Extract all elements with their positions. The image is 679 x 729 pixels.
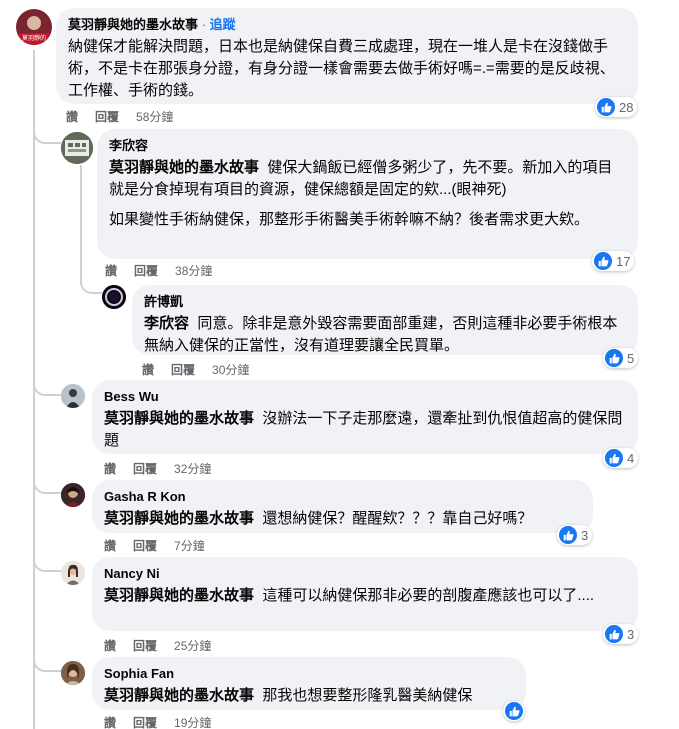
- comment-author[interactable]: Nancy Ni: [104, 565, 626, 582]
- avatar[interactable]: [61, 132, 93, 164]
- comment-actions: 讚 回覆 25分鐘: [104, 637, 211, 654]
- avatar[interactable]: [61, 661, 85, 685]
- like-button[interactable]: 讚: [105, 262, 117, 279]
- comment-author[interactable]: 李欣容: [109, 137, 626, 154]
- reply-button[interactable]: 回覆: [133, 537, 157, 554]
- thread-line-branch-5: [33, 656, 61, 672]
- reaction-number: 3: [627, 626, 635, 642]
- timestamp[interactable]: 30分鐘: [212, 361, 249, 378]
- comment-bubble: Bess Wu 莫羽靜與她的墨水故事 沒辦法一下子走那麼遠，還牽扯到仇恨值超高的…: [92, 380, 638, 454]
- comment-author[interactable]: Bess Wu: [104, 388, 626, 405]
- thread-line-branch-1: [33, 128, 61, 144]
- comment-actions: 讚 回覆 32分鐘: [104, 460, 211, 477]
- like-button[interactable]: 讚: [142, 361, 154, 378]
- comment-bubble: 許博凱 李欣容 同意。除非是意外毀容需要面部重建，否則這種非必要手術根本無納入健…: [132, 285, 638, 355]
- reaction-count[interactable]: 5: [603, 348, 639, 368]
- like-icon: [597, 98, 615, 116]
- mention-link[interactable]: 莫羽靜與她的墨水故事: [104, 410, 254, 427]
- reaction-number: 4: [627, 450, 635, 466]
- comment-body: 同意。除非是意外毀容需要面部重建，否則這種非必要手術根本無納入健保的正當性，沒有…: [144, 315, 618, 354]
- timestamp[interactable]: 58分鐘: [136, 108, 173, 125]
- comment-actions: 讚 回覆 7分鐘: [104, 537, 205, 554]
- timestamp[interactable]: 32分鐘: [174, 460, 211, 477]
- timestamp[interactable]: 38分鐘: [175, 262, 212, 279]
- like-icon: [605, 449, 623, 467]
- like-icon: [559, 526, 577, 544]
- like-icon: [505, 702, 523, 720]
- comment-author[interactable]: Gasha R Kon: [104, 488, 581, 505]
- like-button[interactable]: 讚: [66, 108, 78, 125]
- like-icon: [594, 252, 612, 270]
- comment-author[interactable]: 莫羽靜與她的墨水故事: [68, 17, 198, 32]
- thread-line-branch-3: [33, 478, 61, 494]
- comment-text: 莫羽靜與她的墨水故事 健保大鍋飯已經僧多粥少了，先不要。新加入的項目就是分食掉現…: [109, 157, 626, 201]
- timestamp[interactable]: 19分鐘: [174, 714, 211, 729]
- comment-body: 那我也想要整形隆乳醫美納健保: [262, 687, 473, 704]
- avatar[interactable]: [61, 483, 85, 507]
- comment-body: 還想納健保？醒醒欸？？？靠自己好嗎？: [262, 510, 533, 527]
- comment-text: 李欣容 同意。除非是意外毀容需要面部重建，否則這種非必要手術根本無納入健保的正當…: [144, 313, 626, 357]
- like-button[interactable]: 讚: [104, 537, 116, 554]
- comment-text: 納健保才能解決問題，日本也是納健保自費三成處理，現在一堆人是卡在沒錢做手術，不是…: [68, 38, 615, 99]
- like-button[interactable]: 讚: [104, 714, 116, 729]
- reaction-number: 17: [616, 253, 631, 269]
- comment-text: 莫羽靜與她的墨水故事 這種可以納健保那非必要的剖腹產應該也可以了....: [104, 585, 626, 607]
- thread-line-branch-2: [33, 380, 61, 396]
- reaction-number: 3: [581, 527, 589, 543]
- comment-bubble: Gasha R Kon 莫羽靜與她的墨水故事 還想納健保？醒醒欸？？？靠自己好嗎…: [92, 480, 593, 533]
- reply-button[interactable]: 回覆: [133, 714, 157, 729]
- mention-link[interactable]: 莫羽靜與她的墨水故事: [104, 587, 254, 604]
- reaction-number: 5: [627, 350, 635, 366]
- thread-line-branch-sub: [80, 272, 102, 294]
- comment-actions: 讚 回覆 19分鐘: [104, 714, 211, 729]
- mention-link[interactable]: 莫羽靜與她的墨水故事: [104, 687, 254, 704]
- comment-bubble: Sophia Fan 莫羽靜與她的墨水故事 那我也想要整形隆乳醫美納健保: [92, 657, 526, 710]
- reaction-count[interactable]: 3: [557, 525, 593, 545]
- avatar[interactable]: [61, 561, 85, 585]
- timestamp[interactable]: 7分鐘: [174, 537, 205, 554]
- reaction-count[interactable]: 3: [603, 624, 639, 644]
- timestamp[interactable]: 25分鐘: [174, 637, 211, 654]
- reply-button[interactable]: 回覆: [171, 361, 195, 378]
- reaction-count[interactable]: 28: [595, 97, 638, 117]
- like-icon: [605, 625, 623, 643]
- mention-link[interactable]: 莫羽靜與她的墨水故事: [104, 510, 254, 527]
- reaction-count[interactable]: 4: [603, 448, 639, 468]
- comment-text: 莫羽靜與她的墨水故事 沒辦法一下子走那麼遠，還牽扯到仇恨值超高的健保問題: [104, 408, 626, 452]
- avatar[interactable]: [61, 384, 85, 408]
- mention-link[interactable]: 李欣容: [144, 315, 189, 332]
- follow-link[interactable]: 追蹤: [210, 17, 236, 32]
- comment-bubble: 莫羽靜與她的墨水故事 · 追蹤 納健保才能解決問題，日本也是納健保自費三成處理，…: [56, 8, 638, 104]
- reaction-number: 28: [619, 99, 634, 115]
- comment-bubble: Nancy Ni 莫羽靜與她的墨水故事 這種可以納健保那非必要的剖腹產應該也可以…: [92, 557, 638, 631]
- comment-actions: 讚 回覆 38分鐘: [105, 262, 212, 279]
- avatar[interactable]: [102, 285, 126, 309]
- like-button[interactable]: 讚: [104, 460, 116, 477]
- comment-text-paragraph-2: 如果變性手術納健保，那整形手術醫美手術幹嘛不納？後者需求更大欸。: [109, 211, 590, 228]
- comment-actions: 讚 回覆 30分鐘: [142, 361, 249, 378]
- mention-link[interactable]: 莫羽靜與她的墨水故事: [109, 159, 259, 176]
- comment-text: 莫羽靜與她的墨水故事 還想納健保？醒醒欸？？？靠自己好嗎？: [104, 508, 581, 530]
- comment-bubble: 李欣容 莫羽靜與她的墨水故事 健保大鍋飯已經僧多粥少了，先不要。新加入的項目就是…: [97, 129, 638, 259]
- avatar-caption: 莫羽靜的: [21, 36, 46, 42]
- reply-button[interactable]: 回覆: [95, 108, 119, 125]
- thread-line-branch-4: [33, 556, 61, 572]
- comment-author[interactable]: Sophia Fan: [104, 665, 514, 682]
- comment-text: 莫羽靜與她的墨水故事 那我也想要整形隆乳醫美納健保: [104, 685, 514, 707]
- thread-line-sub: [80, 165, 82, 285]
- comment-body: 這種可以納健保那非必要的剖腹產應該也可以了....: [262, 587, 595, 604]
- comment-author[interactable]: 許博凱: [144, 293, 626, 310]
- reaction-count[interactable]: [503, 701, 525, 721]
- reaction-count[interactable]: 17: [592, 251, 635, 271]
- reply-button[interactable]: 回覆: [133, 637, 157, 654]
- like-button[interactable]: 讚: [104, 637, 116, 654]
- avatar[interactable]: 莫羽靜的: [16, 9, 52, 45]
- reply-button[interactable]: 回覆: [133, 460, 157, 477]
- like-icon: [605, 349, 623, 367]
- separator-dot: ·: [201, 17, 206, 32]
- reply-button[interactable]: 回覆: [134, 262, 158, 279]
- comment-actions: 讚 回覆 58分鐘: [66, 108, 173, 125]
